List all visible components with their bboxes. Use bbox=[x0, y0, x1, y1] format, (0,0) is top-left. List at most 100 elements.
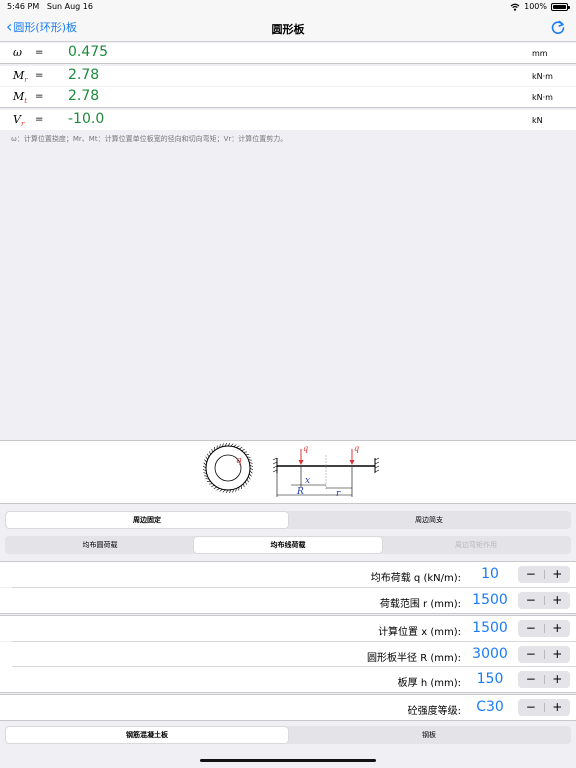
result-equals: = bbox=[35, 91, 44, 102]
R-label: 圆形板半径 R (mm): bbox=[367, 653, 461, 664]
hatch-mark bbox=[213, 486, 218, 489]
hatch-mark bbox=[211, 448, 213, 453]
result-symbol: ω bbox=[13, 46, 22, 59]
hatch-mark bbox=[207, 453, 210, 458]
divider bbox=[0, 503, 576, 504]
navigation-bar: ‹ 圆形(环形)板 圆形板 bbox=[0, 14, 576, 42]
r-stepper[interactable]: − + bbox=[518, 592, 570, 609]
input-row-x: 计算位置 x (mm): 1500 − + bbox=[0, 616, 576, 641]
battery-percent: 100% bbox=[524, 2, 547, 11]
hatch-mark bbox=[241, 449, 245, 451]
hatch-mark bbox=[203, 462, 207, 466]
h-stepper[interactable]: − + bbox=[518, 671, 570, 688]
battery-icon bbox=[551, 2, 570, 11]
R-value-field[interactable]: 3000 bbox=[467, 646, 513, 662]
circular-plate-icon: q bbox=[202, 442, 254, 494]
R-increment-button[interactable]: + bbox=[545, 646, 571, 663]
r-dimension-label: r bbox=[336, 489, 341, 499]
segment-fixed-edge[interactable]: 周边固定 bbox=[6, 512, 288, 528]
segment-steel-plate[interactable]: 钢板 bbox=[288, 727, 570, 743]
r-label: 荷载范围 r (mm): bbox=[379, 599, 461, 610]
result-equals: = bbox=[35, 70, 44, 81]
R-decrement-button[interactable]: − bbox=[518, 646, 544, 663]
segment-uniform-circular-load[interactable]: 均布圆荷载 bbox=[6, 537, 194, 553]
grade-label: 砼强度等级: bbox=[407, 706, 461, 717]
q-label: 均布荷载 q (kN/m): bbox=[370, 573, 461, 584]
x-decrement-button[interactable]: − bbox=[518, 620, 544, 637]
hatch-mark bbox=[204, 459, 207, 463]
q-decrement-button[interactable]: − bbox=[518, 566, 544, 583]
section-icon: q q x R r bbox=[272, 444, 380, 499]
result-unit: kN·m bbox=[532, 93, 553, 102]
segment-uniform-line-load[interactable]: 均布线荷载 bbox=[194, 537, 382, 553]
h-label: 板厚 h (mm): bbox=[397, 678, 461, 689]
status-bar: 5:46 PM Sun Aug 16 100% bbox=[0, 0, 576, 14]
r-value-field[interactable]: 1500 bbox=[467, 592, 513, 608]
hatch-mark bbox=[233, 444, 237, 447]
x-stepper[interactable]: − + bbox=[518, 620, 570, 637]
load-type-segmented-control[interactable]: 均布圆荷载 均布线荷载 周边弯矩作用 bbox=[5, 536, 571, 554]
segment-reinforced-concrete[interactable]: 钢筋混凝土板 bbox=[6, 727, 288, 743]
input-row-grade: 砼强度等级: C30 − + bbox=[0, 695, 576, 720]
input-row-h: 板厚 h (mm): 150 − + bbox=[0, 667, 576, 692]
R-stepper[interactable]: − + bbox=[518, 646, 570, 663]
result-equals: = bbox=[35, 47, 44, 58]
support-condition-segmented-control[interactable]: 周边固定 周边简支 bbox=[5, 511, 571, 529]
result-value: 2.78 bbox=[68, 67, 100, 83]
x-value-field[interactable]: 1500 bbox=[467, 620, 513, 636]
h-value-field[interactable]: 150 bbox=[467, 671, 513, 687]
x-increment-button[interactable]: + bbox=[545, 620, 571, 637]
result-value: 2.78 bbox=[68, 88, 100, 104]
divider bbox=[0, 613, 576, 614]
hatch-mark bbox=[249, 470, 253, 474]
r-increment-button[interactable]: + bbox=[545, 592, 571, 609]
result-unit: kN bbox=[532, 116, 543, 125]
h-decrement-button[interactable]: − bbox=[518, 671, 544, 688]
R-dimension-label: R bbox=[296, 487, 304, 497]
result-unit: kN·m bbox=[532, 72, 553, 81]
load-label-left: q bbox=[303, 444, 308, 453]
legend-note: ω：计算位置挠度；Mr、Mt：计算位置单位板宽的径向和切向弯矩；Vr：计算位置剪… bbox=[11, 135, 288, 143]
status-right: 100% bbox=[510, 2, 570, 11]
result-symbol: Mt bbox=[13, 90, 28, 106]
hatch-mark bbox=[211, 485, 215, 487]
refresh-icon[interactable] bbox=[550, 19, 566, 35]
divider bbox=[0, 720, 576, 721]
hatch-mark bbox=[243, 451, 248, 453]
wifi-icon bbox=[510, 3, 520, 11]
q-increment-button[interactable]: + bbox=[545, 566, 571, 583]
hatch-mark bbox=[219, 489, 223, 492]
hatch-mark bbox=[230, 443, 234, 447]
input-row-R: 圆形板半径 R (mm): 3000 − + bbox=[0, 642, 576, 667]
x-dimension-label: x bbox=[305, 476, 310, 486]
hatch-mark bbox=[205, 456, 208, 460]
divider bbox=[0, 692, 576, 693]
divider bbox=[0, 63, 576, 64]
grade-stepper[interactable]: − + bbox=[518, 699, 570, 716]
result-row-shear: Vr = -10.0 kN bbox=[0, 110, 576, 130]
plate-diagram-svg: q q q x R r bbox=[202, 442, 380, 499]
load-label-right: q bbox=[354, 444, 359, 453]
result-value: 0.475 bbox=[68, 44, 109, 60]
hatch-mark bbox=[236, 445, 240, 448]
result-equals: = bbox=[35, 114, 44, 125]
result-symbol: Mr bbox=[13, 69, 28, 85]
input-row-q: 均布荷载 q (kN/m): 10 − + bbox=[0, 562, 576, 587]
material-segmented-control[interactable]: 钢筋混凝土板 钢板 bbox=[5, 726, 571, 744]
grade-increment-button[interactable]: + bbox=[545, 699, 571, 716]
hatch-mark bbox=[249, 473, 252, 477]
segment-simply-supported[interactable]: 周边简支 bbox=[288, 512, 570, 528]
h-increment-button[interactable]: + bbox=[545, 671, 571, 688]
segment-edge-moment: 周边弯矩作用 bbox=[455, 541, 497, 549]
status-time: 5:46 PM bbox=[7, 2, 40, 11]
r-decrement-button[interactable]: − bbox=[518, 592, 544, 609]
q-stepper[interactable]: − + bbox=[518, 566, 570, 583]
result-unit: mm bbox=[532, 49, 548, 58]
status-date: Sun Aug 16 bbox=[46, 2, 93, 11]
grade-value-field[interactable]: C30 bbox=[467, 699, 513, 715]
x-label: 计算位置 x (mm): bbox=[378, 627, 461, 638]
q-value-field[interactable]: 10 bbox=[467, 566, 513, 582]
grade-decrement-button[interactable]: − bbox=[518, 699, 544, 716]
hatch-mark bbox=[208, 483, 213, 485]
hatch-mark bbox=[222, 489, 226, 493]
